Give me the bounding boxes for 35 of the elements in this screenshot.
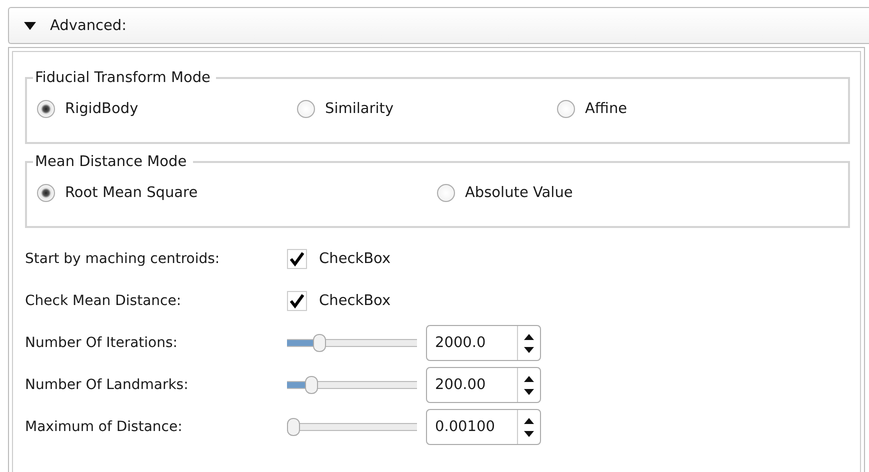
field-label: Check Mean Distance:	[25, 293, 182, 309]
slider-thumb[interactable]	[287, 418, 300, 436]
spin-box[interactable]: 0.00100	[426, 409, 541, 445]
radio-button[interactable]	[37, 100, 55, 118]
caret-down-icon	[24, 20, 36, 30]
spin-up-icon[interactable]	[524, 416, 534, 424]
spin-up-icon[interactable]	[524, 374, 534, 382]
field-label: Start by maching centroids:	[25, 251, 221, 267]
spin-up-icon[interactable]	[524, 332, 534, 340]
radio-button[interactable]	[297, 100, 315, 118]
radio-label[interactable]: Similarity	[325, 101, 394, 117]
slider-thumb[interactable]	[312, 334, 326, 352]
checkbox[interactable]	[287, 291, 307, 311]
field-label: Maximum of Distance:	[25, 419, 184, 435]
group-title: Fiducial Transform Mode	[34, 70, 212, 86]
radio-label[interactable]: Affine	[585, 101, 628, 117]
slider-thumb[interactable]	[304, 376, 318, 394]
section-header[interactable]: Advanced:	[8, 7, 869, 44]
radio-label[interactable]: Root Mean Square	[65, 185, 198, 201]
radio-label[interactable]: Absolute Value	[465, 185, 573, 201]
radio-button[interactable]	[37, 184, 55, 202]
radio-button[interactable]	[437, 184, 455, 202]
checkbox-label[interactable]: CheckBox	[319, 251, 391, 267]
radio-button[interactable]	[557, 100, 575, 118]
spin-down-icon[interactable]	[524, 388, 534, 396]
field-label: Number Of Landmarks:	[25, 377, 190, 393]
spin-box[interactable]: 200.00	[426, 367, 541, 403]
spin-box[interactable]: 2000.0	[426, 325, 541, 361]
spin-down-icon[interactable]	[524, 346, 534, 354]
checkbox-label[interactable]: CheckBox	[319, 293, 391, 309]
field-label: Number Of Iterations:	[25, 335, 178, 351]
checkbox[interactable]	[287, 249, 307, 269]
group-title: Mean Distance Mode	[34, 154, 188, 170]
spin-down-icon[interactable]	[524, 430, 534, 438]
radio-label[interactable]: RigidBody	[65, 101, 138, 117]
